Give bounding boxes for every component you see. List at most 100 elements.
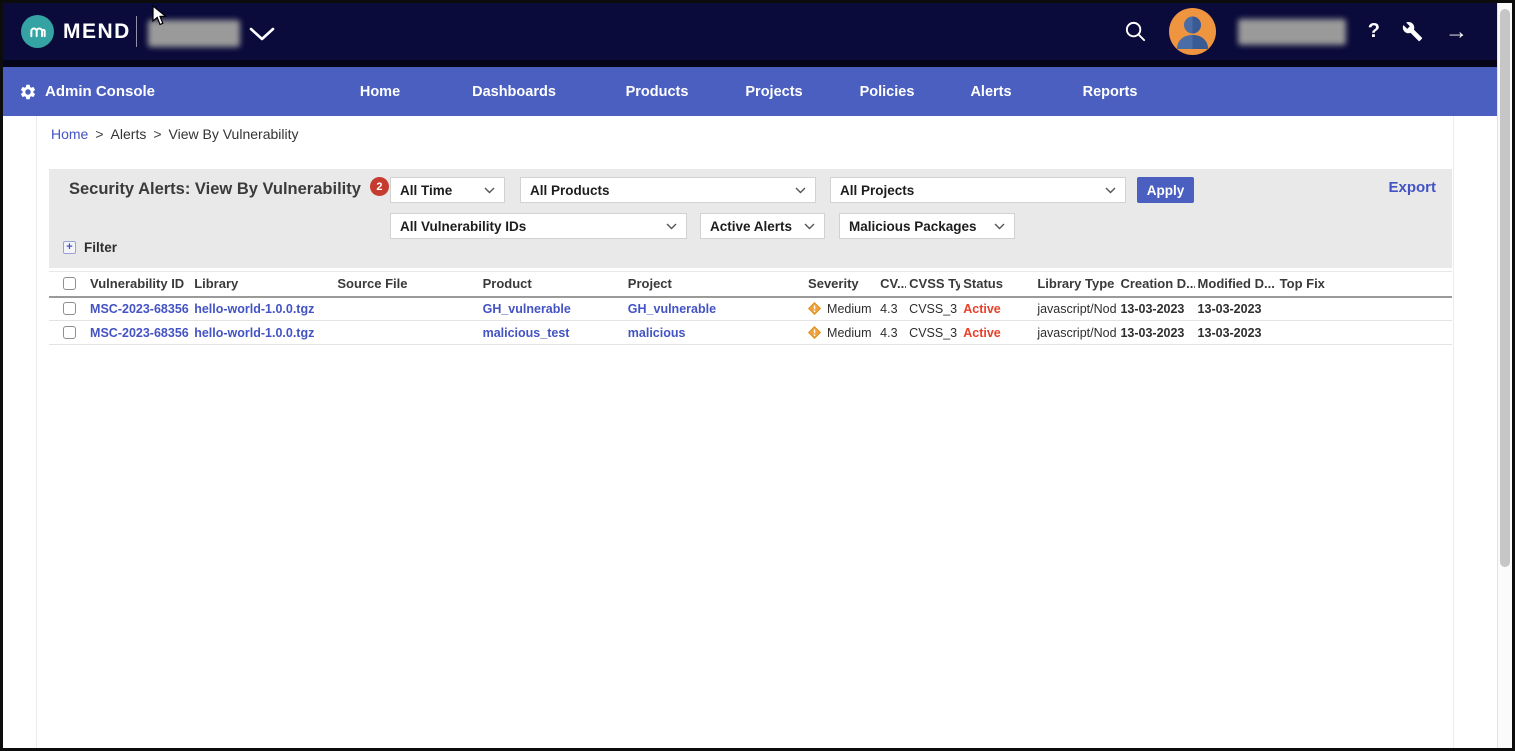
status-badge: Active: [963, 326, 1001, 340]
top-fix-cell: [1277, 297, 1452, 321]
severity-label: Medium: [827, 302, 871, 316]
breadcrumb-home[interactable]: Home: [51, 126, 88, 142]
col-cvss-type[interactable]: CVSS Ty...: [906, 272, 960, 297]
help-icon[interactable]: ?: [1368, 20, 1380, 43]
table-header-row: Vulnerability ID Library Source File Pro…: [49, 272, 1452, 297]
mend-logo-icon: [21, 15, 54, 48]
creation-date-cell: 13-03-2023: [1117, 321, 1194, 345]
admin-console-label: Admin Console: [45, 83, 155, 100]
project-link[interactable]: GH_vulnerable: [628, 302, 716, 316]
content-left-edge: [36, 116, 37, 748]
wrench-icon[interactable]: [1402, 21, 1423, 42]
breadcrumb-current: View By Vulnerability: [169, 126, 299, 142]
vulnerability-id-link[interactable]: MSC-2023-68356: [90, 326, 189, 340]
col-source-file[interactable]: Source File: [334, 272, 479, 297]
mend-logo[interactable]: MEND: [21, 15, 131, 48]
topbar-divider: [136, 16, 137, 47]
col-status[interactable]: Status: [960, 272, 1034, 297]
user-avatar[interactable]: [1169, 8, 1216, 55]
chevron-down-icon: [804, 223, 815, 230]
severity-medium-icon: [808, 302, 821, 315]
breadcrumb: Home > Alerts > View By Vulnerability: [51, 126, 298, 142]
alerts-table: Vulnerability ID Library Source File Pro…: [49, 271, 1452, 345]
table-row: MSC-2023-68356 hello-world-1.0.0.tgz mal…: [49, 321, 1452, 345]
chevron-down-icon: [484, 187, 495, 194]
col-library[interactable]: Library: [191, 272, 334, 297]
product-link[interactable]: malicious_test: [483, 326, 570, 340]
logout-arrow-icon[interactable]: →: [1445, 20, 1468, 43]
library-link[interactable]: hello-world-1.0.0.tgz: [194, 302, 314, 316]
col-vulnerability-id[interactable]: Vulnerability ID: [87, 272, 191, 297]
row-checkbox[interactable]: [63, 302, 76, 315]
nav-item-projects[interactable]: Projects: [745, 67, 802, 116]
export-link[interactable]: Export: [1388, 179, 1436, 196]
col-severity[interactable]: Severity: [805, 272, 877, 297]
chevron-down-icon: [994, 223, 1005, 230]
library-type-cell: javascript/Nod: [1034, 297, 1117, 321]
apply-button[interactable]: Apply: [1137, 177, 1194, 203]
chevron-down-icon: [1105, 187, 1116, 194]
severity-label: Medium: [827, 326, 871, 340]
creation-date-cell: 13-03-2023: [1117, 297, 1194, 321]
library-link[interactable]: hello-world-1.0.0.tgz: [194, 326, 314, 340]
modified-date-cell: 13-03-2023: [1195, 321, 1277, 345]
alert-type-filter-select[interactable]: Malicious Packages: [839, 213, 1015, 239]
nav-item-reports[interactable]: Reports: [1083, 67, 1138, 116]
col-project[interactable]: Project: [625, 272, 805, 297]
product-filter-select[interactable]: All Products: [520, 177, 816, 203]
project-link[interactable]: malicious: [628, 326, 686, 340]
filter-panel: Security Alerts: View By Vulnerability 2…: [49, 169, 1452, 268]
col-product[interactable]: Product: [480, 272, 625, 297]
filter-label: Filter: [84, 240, 117, 255]
topbar-actions: ? →: [1124, 3, 1468, 60]
search-icon[interactable]: [1124, 20, 1147, 43]
admin-console-button[interactable]: Admin Console: [19, 67, 155, 116]
row-checkbox[interactable]: [63, 326, 76, 339]
brand-name: MEND: [63, 20, 131, 44]
app-window: MEND ? →: [0, 0, 1515, 751]
scrollbar-thumb[interactable]: [1500, 9, 1510, 567]
chevron-down-icon[interactable]: [249, 27, 275, 46]
topbar-gap: [3, 60, 1498, 67]
top-fix-cell: [1277, 321, 1452, 345]
chevron-down-icon: [795, 187, 806, 194]
time-filter-select[interactable]: All Time: [390, 177, 505, 203]
username-redacted[interactable]: [1238, 19, 1346, 45]
filter-expand-toggle[interactable]: + Filter: [63, 240, 117, 255]
table-row: MSC-2023-68356 hello-world-1.0.0.tgz GH_…: [49, 297, 1452, 321]
vertical-scrollbar[interactable]: [1497, 3, 1512, 748]
alert-count-badge: 2: [370, 177, 389, 196]
gear-icon: [19, 83, 37, 101]
main-navbar: Admin Console Home Dashboards Products P…: [3, 67, 1498, 116]
project-filter-select[interactable]: All Projects: [830, 177, 1126, 203]
topbar: MEND ? →: [3, 3, 1498, 60]
col-creation-date[interactable]: Creation D...: [1117, 272, 1194, 297]
cvss-type-cell: CVSS_3: [906, 297, 960, 321]
nav-item-products[interactable]: Products: [626, 67, 689, 116]
breadcrumb-alerts[interactable]: Alerts: [111, 126, 147, 142]
breadcrumb-separator: >: [95, 126, 103, 142]
product-link[interactable]: GH_vulnerable: [483, 302, 571, 316]
col-modified-date[interactable]: Modified D...: [1195, 272, 1277, 297]
cvss-type-cell: CVSS_3: [906, 321, 960, 345]
nav-item-policies[interactable]: Policies: [860, 67, 915, 116]
chevron-down-icon: [666, 223, 677, 230]
library-type-cell: javascript/Nod: [1034, 321, 1117, 345]
select-all-checkbox[interactable]: [63, 277, 76, 290]
status-badge: Active: [963, 302, 1001, 316]
col-top-fix[interactable]: Top Fix: [1277, 272, 1452, 297]
nav-item-dashboards[interactable]: Dashboards: [472, 67, 556, 116]
nav-item-alerts[interactable]: Alerts: [970, 67, 1011, 116]
nav-item-home[interactable]: Home: [360, 67, 400, 116]
col-cvss[interactable]: CV...: [877, 272, 906, 297]
col-library-type[interactable]: Library Type: [1034, 272, 1117, 297]
alert-status-filter-select[interactable]: Active Alerts: [700, 213, 825, 239]
vulnerability-id-link[interactable]: MSC-2023-68356: [90, 302, 189, 316]
cvss-score-cell: 4.3: [877, 321, 906, 345]
org-name-redacted[interactable]: [148, 20, 240, 47]
modified-date-cell: 13-03-2023: [1195, 297, 1277, 321]
vulnerability-id-filter-select[interactable]: All Vulnerability IDs: [390, 213, 687, 239]
severity-medium-icon: [808, 326, 821, 339]
page-title: Security Alerts: View By Vulnerability: [69, 180, 361, 199]
cvss-score-cell: 4.3: [877, 297, 906, 321]
